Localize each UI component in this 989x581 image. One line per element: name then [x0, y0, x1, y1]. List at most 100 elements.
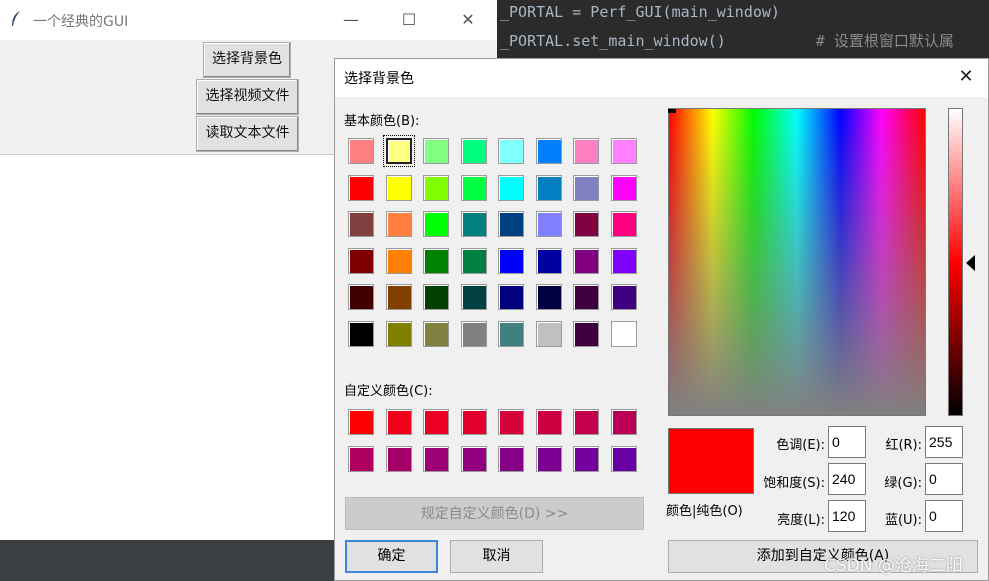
basic-color-swatch[interactable]: [460, 320, 487, 347]
custom-color-swatch[interactable]: [348, 445, 374, 472]
basic-color-swatch[interactable]: [460, 174, 487, 201]
basic-color-swatch[interactable]: [348, 284, 374, 310]
color-solid-label: 颜色|纯色(O): [666, 504, 743, 519]
select-background-color-button[interactable]: 选择背景色: [203, 42, 291, 78]
basic-color-swatch[interactable]: [498, 174, 524, 201]
green-input[interactable]: [925, 463, 963, 495]
custom-color-swatch[interactable]: [535, 445, 562, 472]
custom-color-swatch[interactable]: [460, 445, 487, 472]
basic-color-swatch[interactable]: [573, 247, 599, 274]
custom-color-swatch[interactable]: [423, 445, 449, 472]
basic-color-swatch[interactable]: [610, 138, 637, 164]
basic-color-swatch[interactable]: [610, 174, 637, 201]
close-icon[interactable]: ✕: [954, 65, 978, 89]
basic-color-swatch[interactable]: [610, 284, 637, 310]
ok-button[interactable]: 确定: [345, 540, 438, 573]
basic-color-swatch[interactable]: [610, 211, 637, 237]
basic-color-swatch[interactable]: [348, 247, 374, 274]
custom-color-swatch[interactable]: [423, 409, 449, 435]
saturation-input[interactable]: [828, 463, 866, 495]
custom-color-swatch[interactable]: [385, 445, 412, 472]
basic-color-swatch[interactable]: [423, 320, 449, 347]
custom-color-swatch[interactable]: [498, 409, 524, 435]
luminance-slider[interactable]: [948, 108, 963, 416]
basic-color-swatch[interactable]: [423, 174, 449, 201]
basic-color-swatch[interactable]: [423, 284, 449, 310]
custom-color-swatch[interactable]: [573, 445, 599, 472]
blue-input[interactable]: [925, 500, 963, 532]
red-label: 红(R):: [885, 438, 922, 453]
basic-color-swatch[interactable]: [535, 138, 562, 164]
maximize-button[interactable]: ☐: [389, 8, 429, 32]
blue-label: 蓝(U):: [884, 513, 922, 528]
basic-color-swatch[interactable]: [535, 211, 562, 237]
dialog-titlebar[interactable]: 选择背景色 ✕: [335, 59, 988, 97]
custom-color-swatch[interactable]: [535, 409, 562, 435]
basic-color-swatch[interactable]: [348, 320, 374, 347]
basic-color-swatch[interactable]: [535, 174, 562, 201]
basic-color-swatch[interactable]: [535, 320, 562, 347]
custom-color-swatch[interactable]: [460, 409, 487, 435]
color-chooser-dialog: 选择背景色 ✕ 基本颜色(B): 自定义颜色(C): 规定自定义颜色(D) >>…: [334, 58, 989, 581]
basic-color-swatch[interactable]: [385, 211, 412, 237]
custom-color-swatch[interactable]: [573, 409, 599, 435]
custom-color-swatch[interactable]: [348, 409, 374, 435]
basic-color-swatch[interactable]: [382, 135, 415, 167]
basic-color-swatch[interactable]: [498, 138, 524, 164]
custom-color-swatch[interactable]: [498, 445, 524, 472]
basic-color-swatch[interactable]: [498, 284, 524, 310]
basic-color-swatch[interactable]: [573, 138, 599, 164]
basic-color-swatch[interactable]: [460, 284, 487, 310]
custom-color-swatch[interactable]: [610, 445, 637, 472]
basic-color-swatch[interactable]: [460, 138, 487, 164]
basic-color-swatch[interactable]: [498, 247, 524, 274]
luminance-label: 亮度(L):: [777, 513, 825, 528]
close-button[interactable]: ✕: [448, 8, 488, 32]
basic-color-swatch[interactable]: [573, 211, 599, 237]
basic-color-swatch[interactable]: [573, 320, 599, 347]
watermark: CSDN @沧海二阳: [824, 556, 963, 576]
basic-color-swatch[interactable]: [498, 211, 524, 237]
basic-color-swatch[interactable]: [385, 174, 412, 201]
basic-color-swatch[interactable]: [460, 247, 487, 274]
basic-color-swatch[interactable]: [348, 174, 374, 201]
luminance-input[interactable]: [828, 500, 866, 532]
basic-color-swatch[interactable]: [423, 138, 449, 164]
basic-color-swatch[interactable]: [610, 247, 637, 274]
code-line-2: _PORTAL.set_main_window() # 设置根窗口默认属: [500, 30, 954, 51]
basic-color-swatch[interactable]: [423, 247, 449, 274]
basic-color-swatch[interactable]: [498, 320, 524, 347]
minimize-button[interactable]: —: [331, 8, 371, 32]
custom-color-swatch[interactable]: [610, 409, 637, 435]
basic-color-swatch[interactable]: [385, 247, 412, 274]
crosshair-icon: [668, 109, 676, 113]
feather-icon: [10, 10, 22, 32]
select-video-file-button[interactable]: 选择视频文件: [196, 79, 299, 115]
dialog-title: 选择背景色: [344, 71, 414, 87]
read-text-file-button[interactable]: 读取文本文件: [196, 116, 299, 152]
basic-color-swatch[interactable]: [573, 174, 599, 201]
cancel-button[interactable]: 取消: [450, 540, 543, 573]
code-line-2-text: _PORTAL.set_main_window(): [500, 32, 726, 50]
basic-color-swatch[interactable]: [573, 284, 599, 310]
define-custom-colors-button[interactable]: 规定自定义颜色(D) >>: [345, 497, 644, 530]
code-comment: # 设置根窗口默认属: [815, 32, 954, 50]
basic-color-swatch[interactable]: [535, 284, 562, 310]
basic-color-swatch[interactable]: [348, 211, 374, 237]
red-input[interactable]: [925, 426, 963, 458]
main-titlebar[interactable]: 一个经典的GUI — ☐ ✕: [0, 0, 497, 40]
basic-color-swatch[interactable]: [423, 211, 449, 237]
basic-color-swatch[interactable]: [460, 211, 487, 237]
basic-color-swatch[interactable]: [385, 284, 412, 310]
basic-color-swatch[interactable]: [610, 320, 637, 347]
main-window-title: 一个经典的GUI: [33, 14, 129, 30]
custom-color-swatch[interactable]: [385, 409, 412, 435]
basic-color-swatch[interactable]: [535, 247, 562, 274]
luminance-arrow-icon[interactable]: [966, 255, 975, 271]
hue-input[interactable]: [828, 426, 866, 458]
color-preview: [668, 428, 754, 494]
basic-color-swatch[interactable]: [385, 320, 412, 347]
color-spectrum[interactable]: [668, 108, 926, 416]
green-label: 绿(G):: [884, 476, 922, 491]
basic-color-swatch[interactable]: [348, 138, 374, 164]
